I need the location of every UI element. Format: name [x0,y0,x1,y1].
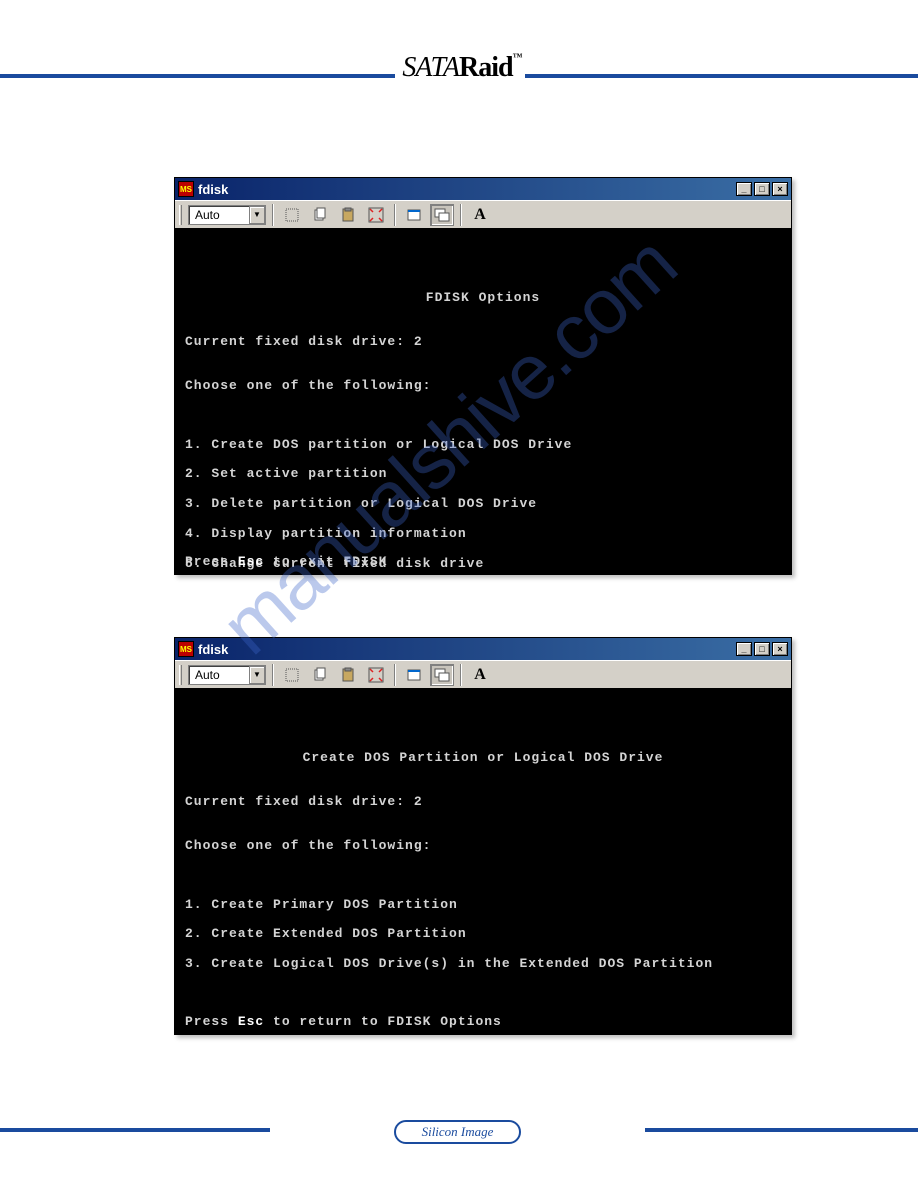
brand-tm: ™ [513,52,522,63]
toolbar-divider [394,204,396,226]
msdos-icon: MS [178,641,194,657]
console-window-fdisk-options: MS fdisk _ □ × Auto ▼ A FDISK [174,177,792,575]
mark-icon[interactable] [280,204,304,226]
font-icon[interactable]: A [468,204,492,226]
brand-part2: Raid [459,52,513,83]
dos-choose-line: Choose one of the following: [185,379,781,394]
toolbar-divider [272,204,274,226]
fullscreen-icon[interactable] [364,204,388,226]
dos-footer-prefix: Press [185,554,238,569]
toolbar-divider [394,664,396,686]
dropdown-value: Auto [189,208,249,222]
paste-icon[interactable] [336,664,360,686]
minimize-button[interactable]: _ [736,182,752,196]
background-icon[interactable] [430,204,454,226]
toolbar-divider [460,664,462,686]
dos-footer-key: Esc [238,554,264,569]
titlebar[interactable]: MS fdisk _ □ × [175,178,791,200]
chevron-down-icon: ▼ [249,666,265,684]
titlebar[interactable]: MS fdisk _ □ × [175,638,791,660]
dos-current-drive: Current fixed disk drive: 2 [185,335,781,350]
dos-footer-key: Esc [238,1014,264,1029]
dos-option: 1. Create Primary DOS Partition [185,898,781,913]
console-window-create-partition: MS fdisk _ □ × Auto ▼ A Create [174,637,792,1035]
dos-choose-line: Choose one of the following: [185,839,781,854]
toolbar: Auto ▼ A [175,200,791,228]
dos-current-drive: Current fixed disk drive: 2 [185,795,781,810]
dos-footer-suffix: to return to FDISK Options [264,1014,502,1029]
dos-option: 1. Create DOS partition or Logical DOS D… [185,438,781,453]
dos-footer-prefix: Press [185,1014,238,1029]
dos-option: 3. Create Logical DOS Drive(s) in the Ex… [185,957,781,972]
dos-heading: Create DOS Partition or Logical DOS Driv… [185,751,781,766]
footer-brand: Silicon Image [270,1120,645,1144]
fullscreen-icon[interactable] [364,664,388,686]
chevron-down-icon: ▼ [249,206,265,224]
dropdown-value: Auto [189,668,249,682]
msdos-icon: MS [178,181,194,197]
dos-output: Create DOS Partition or Logical DOS Driv… [175,688,791,1034]
toolbar-handle[interactable] [179,205,182,225]
font-size-dropdown[interactable]: Auto ▼ [188,665,266,685]
dos-option: 3. Delete partition or Logical DOS Drive [185,497,781,512]
dos-output: FDISK Options Current fixed disk drive: … [175,228,791,574]
font-icon[interactable]: A [468,664,492,686]
background-icon[interactable] [430,664,454,686]
paste-icon[interactable] [336,204,360,226]
brand-logo: SATARaid™ [402,52,522,84]
toolbar-divider [460,204,462,226]
copy-icon[interactable] [308,664,332,686]
close-button[interactable]: × [772,182,788,196]
window-title: fdisk [198,642,736,657]
toolbar: Auto ▼ A [175,660,791,688]
dos-option: 2. Set active partition [185,467,781,482]
close-button[interactable]: × [772,642,788,656]
dos-heading: FDISK Options [185,291,781,306]
brand-part1: SATA [402,52,459,83]
maximize-button[interactable]: □ [754,182,770,196]
font-size-dropdown[interactable]: Auto ▼ [188,205,266,225]
properties-icon[interactable] [402,664,426,686]
copy-icon[interactable] [308,204,332,226]
mark-icon[interactable] [280,664,304,686]
dos-option: 2. Create Extended DOS Partition [185,927,781,942]
toolbar-handle[interactable] [179,665,182,685]
window-title: fdisk [198,182,736,197]
properties-icon[interactable] [402,204,426,226]
toolbar-divider [272,664,274,686]
footer-company: Silicon Image [394,1120,522,1144]
maximize-button[interactable]: □ [754,642,770,656]
minimize-button[interactable]: _ [736,642,752,656]
dos-footer-suffix: to exit FDISK [264,554,387,569]
